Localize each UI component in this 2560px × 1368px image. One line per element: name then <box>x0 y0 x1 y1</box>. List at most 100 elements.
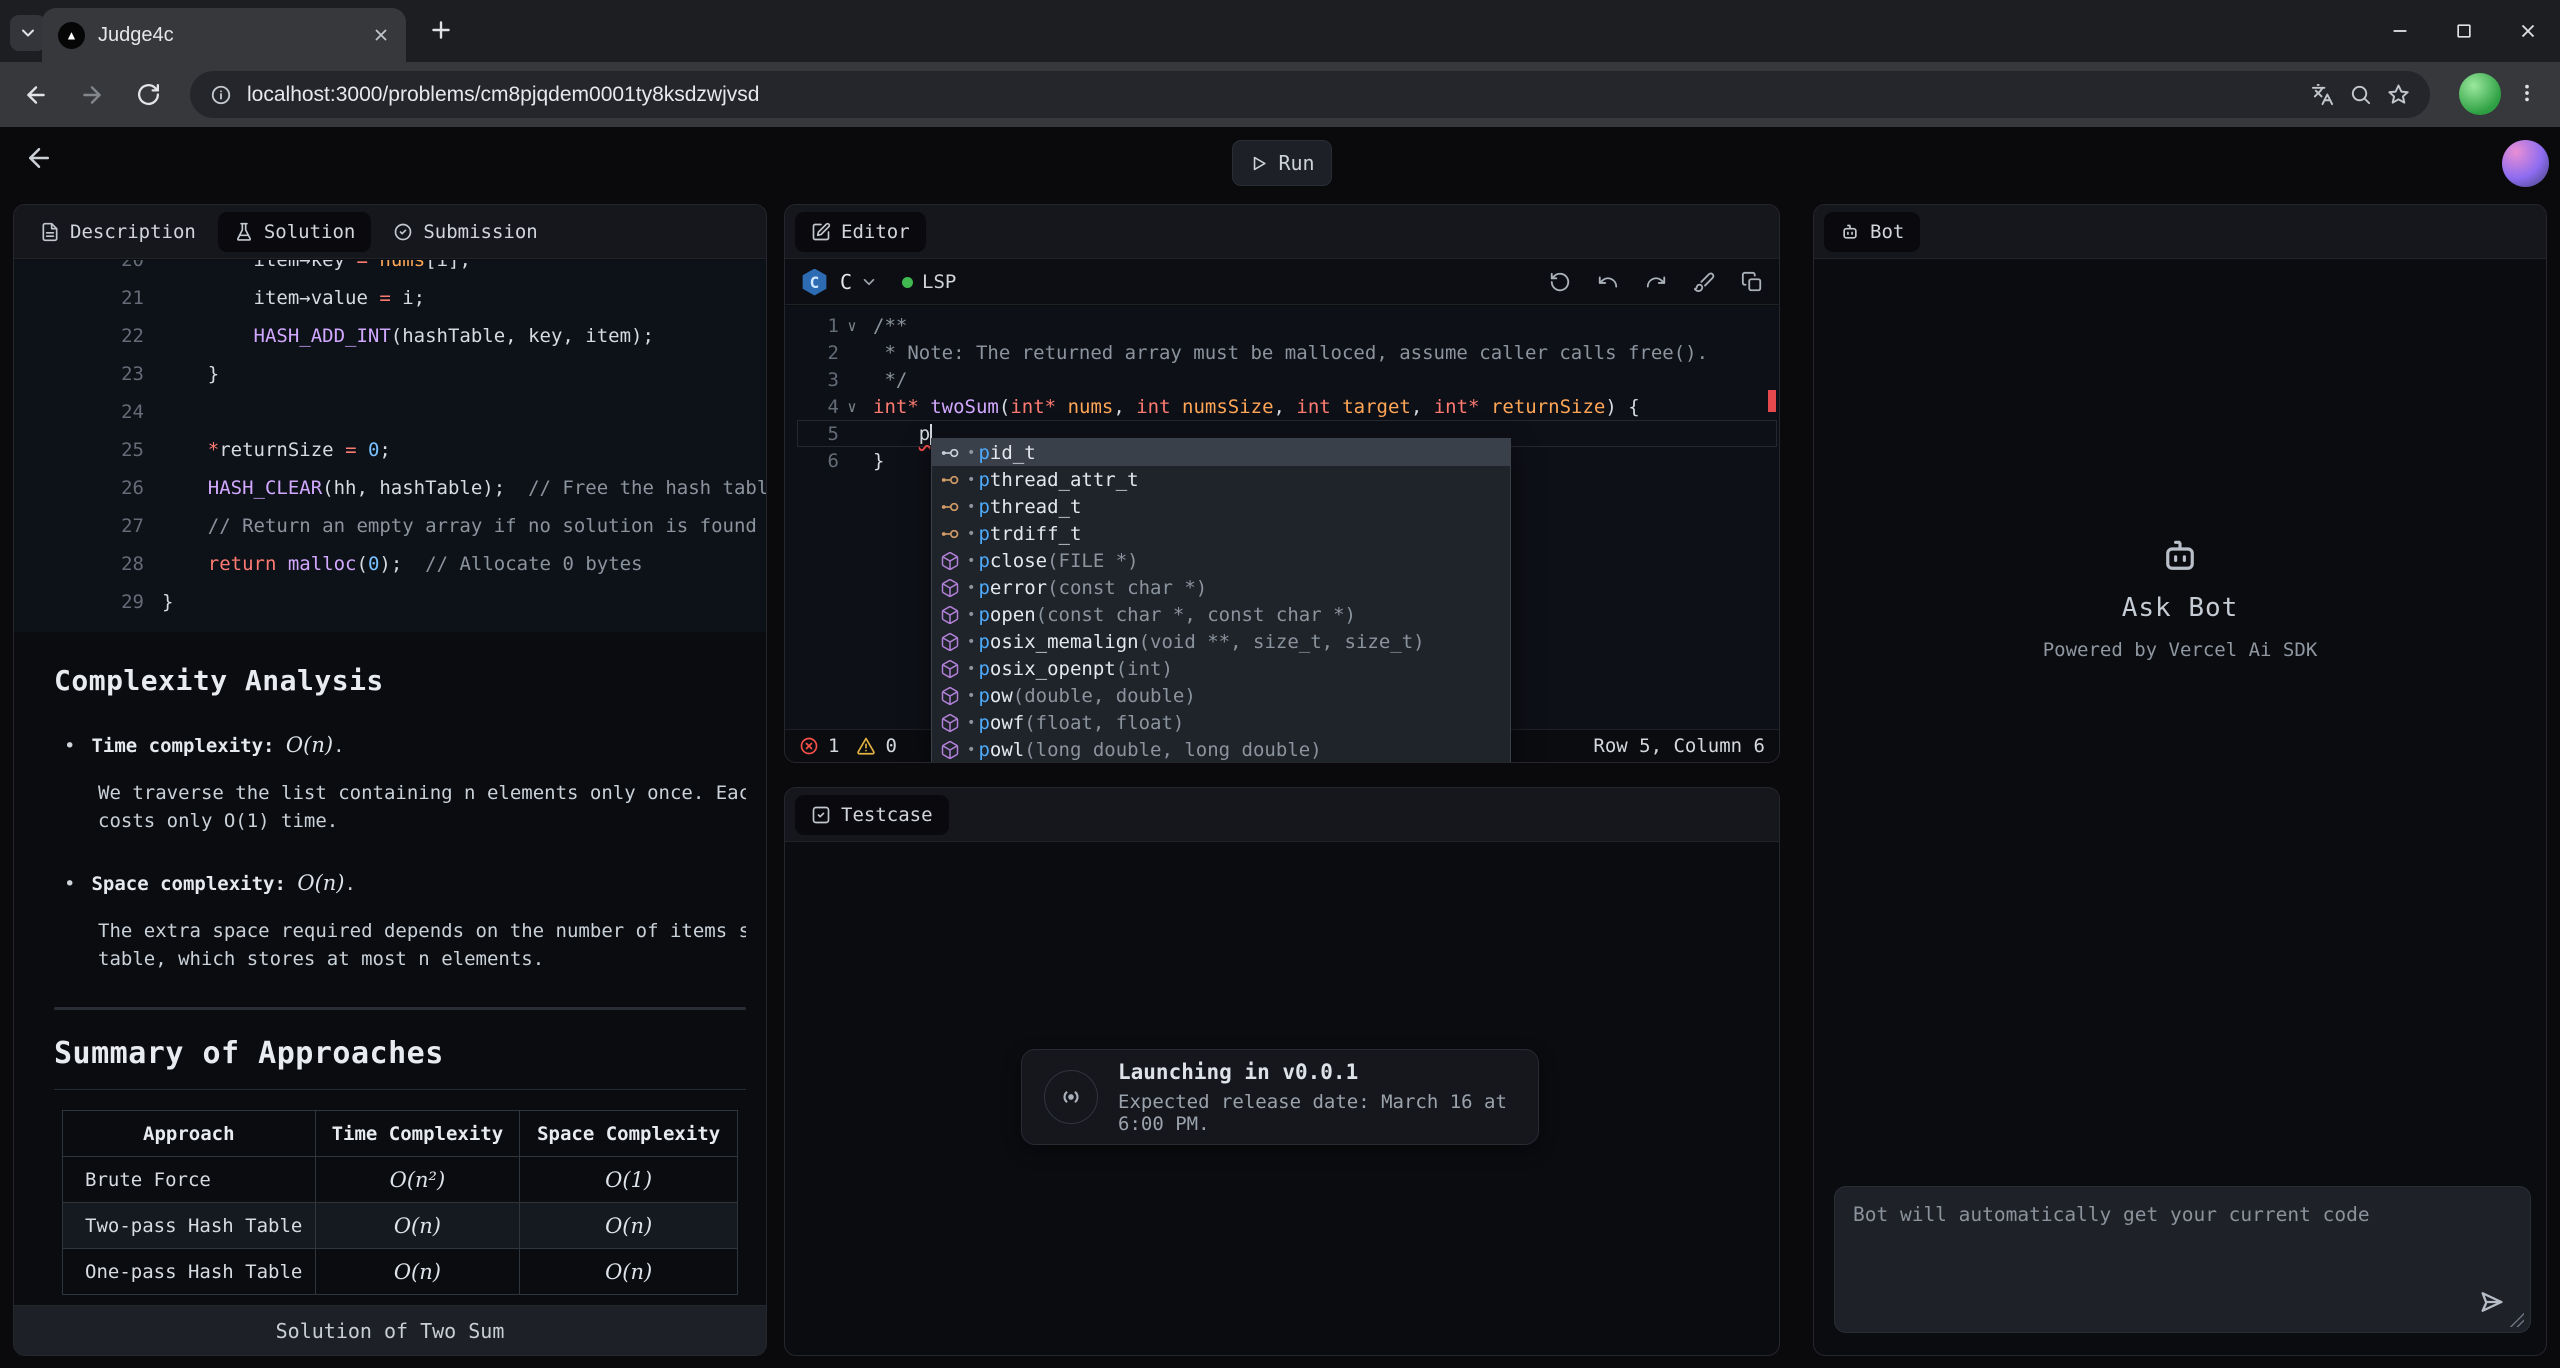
minimize-button[interactable] <box>2368 0 2432 62</box>
lsp-status-dot <box>902 277 913 288</box>
bot-message-input[interactable] <box>1835 1187 2530 1332</box>
bot-empty-title: Ask Bot <box>2122 593 2239 623</box>
checkbox-icon <box>811 805 831 825</box>
warning-count: 0 <box>885 735 896 757</box>
bookmark-star-icon[interactable] <box>2387 83 2410 106</box>
bot-empty-subtitle: Powered by Vercel Ai SDK <box>2043 639 2318 661</box>
autocomplete-item[interactable]: •powl(long double, long double) <box>932 736 1510 763</box>
problem-panel: Description Solution Submission 20 item→… <box>13 204 767 1356</box>
tab-label: Bot <box>1870 221 1904 243</box>
reset-icon[interactable] <box>1549 271 1571 293</box>
autocomplete-item[interactable]: •pow(double, double) <box>932 682 1510 709</box>
site-favicon: ▲ <box>58 22 85 49</box>
undo-icon[interactable] <box>1597 271 1619 293</box>
tab-label: Solution <box>264 221 356 243</box>
tab-label: Editor <box>841 221 910 243</box>
browser-profile-avatar[interactable] <box>2459 73 2501 115</box>
tab-search-button[interactable] <box>10 15 46 51</box>
complexity-heading: Complexity Analysis <box>54 664 746 697</box>
tab-editor[interactable]: Editor <box>795 212 926 252</box>
kebab-menu-icon <box>2516 82 2538 104</box>
document-icon <box>40 222 60 242</box>
run-label: Run <box>1278 151 1314 175</box>
new-tab-button[interactable] <box>428 17 454 43</box>
forward-button[interactable] <box>64 82 120 108</box>
c-language-icon: C <box>801 269 828 296</box>
tab-testcase[interactable]: Testcase <box>795 795 949 835</box>
summary-heading: Summary of Approaches <box>54 1036 746 1090</box>
copy-icon[interactable] <box>1741 271 1763 293</box>
resize-handle[interactable] <box>2510 1313 2524 1327</box>
tab-label: Testcase <box>841 804 933 826</box>
autocomplete-item[interactable]: •popen(const char *, const char *) <box>932 601 1510 628</box>
back-button[interactable] <box>8 82 64 108</box>
translate-icon[interactable] <box>2311 83 2334 106</box>
arrow-left-icon <box>24 143 54 173</box>
solution-code-block: 20 item→key = nums[i];21 item→value = i;… <box>14 260 766 632</box>
code-line: 1∨/** <box>797 312 1779 339</box>
tab-solution[interactable]: Solution <box>218 212 372 252</box>
tab-title: Judge4c <box>98 24 359 47</box>
autocomplete-popup[interactable]: •pid_t•pthread_attr_t•pthread_t•ptrdiff_… <box>931 438 1511 763</box>
autocomplete-item[interactable]: •pthread_t <box>932 493 1510 520</box>
code-line: 3 */ <box>797 366 1779 393</box>
complexity-item: •Space complexity: O(n). <box>64 871 746 895</box>
run-button[interactable]: Run <box>1232 140 1332 186</box>
solution-footer: Solution of Two Sum <box>14 1305 766 1355</box>
tab-bot[interactable]: Bot <box>1824 212 1920 252</box>
complexity-paragraph: The extra space required depends on the … <box>98 917 746 973</box>
play-icon <box>1249 154 1268 173</box>
code-line: 29} <box>64 583 766 621</box>
toast-subtitle: Expected release date: March 16 at 6:00 … <box>1118 1091 1516 1135</box>
address-bar[interactable]: localhost:3000/problems/cm8pjqdem0001ty8… <box>190 71 2430 118</box>
user-avatar[interactable] <box>2502 140 2549 187</box>
autocomplete-item[interactable]: •ptrdiff_t <box>932 520 1510 547</box>
plus-icon <box>428 17 454 43</box>
app-screen: ▲ Judge4c localhost:3000/problems/cm8pjq… <box>0 0 2560 1368</box>
tab-close-icon[interactable] <box>372 26 390 44</box>
app-back-button[interactable] <box>24 143 54 173</box>
chevron-down-icon[interactable] <box>860 273 878 291</box>
summary-table: ApproachTime ComplexitySpace Complexity … <box>62 1110 738 1295</box>
browser-tab[interactable]: ▲ Judge4c <box>42 8 406 62</box>
maximize-button[interactable] <box>2432 0 2496 62</box>
problem-panel-tabs: Description Solution Submission <box>14 205 766 259</box>
autocomplete-item[interactable]: •pclose(FILE *) <box>932 547 1510 574</box>
summary-row: Two-pass Hash TableO(n)O(n) <box>63 1203 738 1249</box>
bot-panel: Bot Ask Bot Powered by Vercel Ai SDK <box>1813 204 2547 1356</box>
code-line: 26 HASH_CLEAR(hh, hashTable); // Free th… <box>64 469 766 507</box>
browser-menu-button[interactable] <box>2516 82 2538 104</box>
code-line: 2 * Note: The returned array must be mal… <box>797 339 1779 366</box>
autocomplete-item[interactable]: •pthread_attr_t <box>932 466 1510 493</box>
testcase-panel-header: Testcase <box>785 788 1779 842</box>
autocomplete-item[interactable]: •powf(float, float) <box>932 709 1510 736</box>
chevron-down-icon <box>18 23 38 43</box>
redo-icon[interactable] <box>1645 271 1667 293</box>
autocomplete-item[interactable]: •perror(const char *) <box>932 574 1510 601</box>
close-button[interactable] <box>2496 0 2560 62</box>
bot-input-container <box>1834 1186 2531 1333</box>
autocomplete-item[interactable]: •posix_memalign(void **, size_t, size_t) <box>932 628 1510 655</box>
code-line: 20 item→key = nums[i]; <box>64 260 766 279</box>
code-line: 21 item→value = i; <box>64 279 766 317</box>
info-icon[interactable] <box>210 84 232 106</box>
error-count-icon <box>799 736 819 756</box>
tab-description[interactable]: Description <box>24 212 212 252</box>
solution-footer-label: Solution of Two Sum <box>276 1319 505 1343</box>
editor-panel: Editor C C LSP 1∨/**2 * Note: The return… <box>784 204 1780 763</box>
autocomplete-item[interactable]: •posix_openpt(int) <box>932 655 1510 682</box>
arrow-left-icon <box>23 82 49 108</box>
autocomplete-item[interactable]: •pid_t <box>932 439 1510 466</box>
reload-button[interactable] <box>120 82 176 107</box>
format-brush-icon[interactable] <box>1693 271 1715 293</box>
code-line: 27 // Return an empty array if no soluti… <box>64 507 766 545</box>
send-icon[interactable] <box>2478 1288 2506 1316</box>
tab-submission[interactable]: Submission <box>377 212 553 252</box>
code-line: 28 return malloc(0); // Allocate 0 bytes <box>64 545 766 583</box>
language-select-value[interactable]: C <box>840 270 852 294</box>
error-marker <box>1768 390 1776 412</box>
check-circle-icon <box>393 222 413 242</box>
search-icon[interactable] <box>2349 83 2372 106</box>
summary-column-header: Space Complexity <box>520 1111 738 1157</box>
complexity-paragraph: We traverse the list containing n elemen… <box>98 779 746 835</box>
